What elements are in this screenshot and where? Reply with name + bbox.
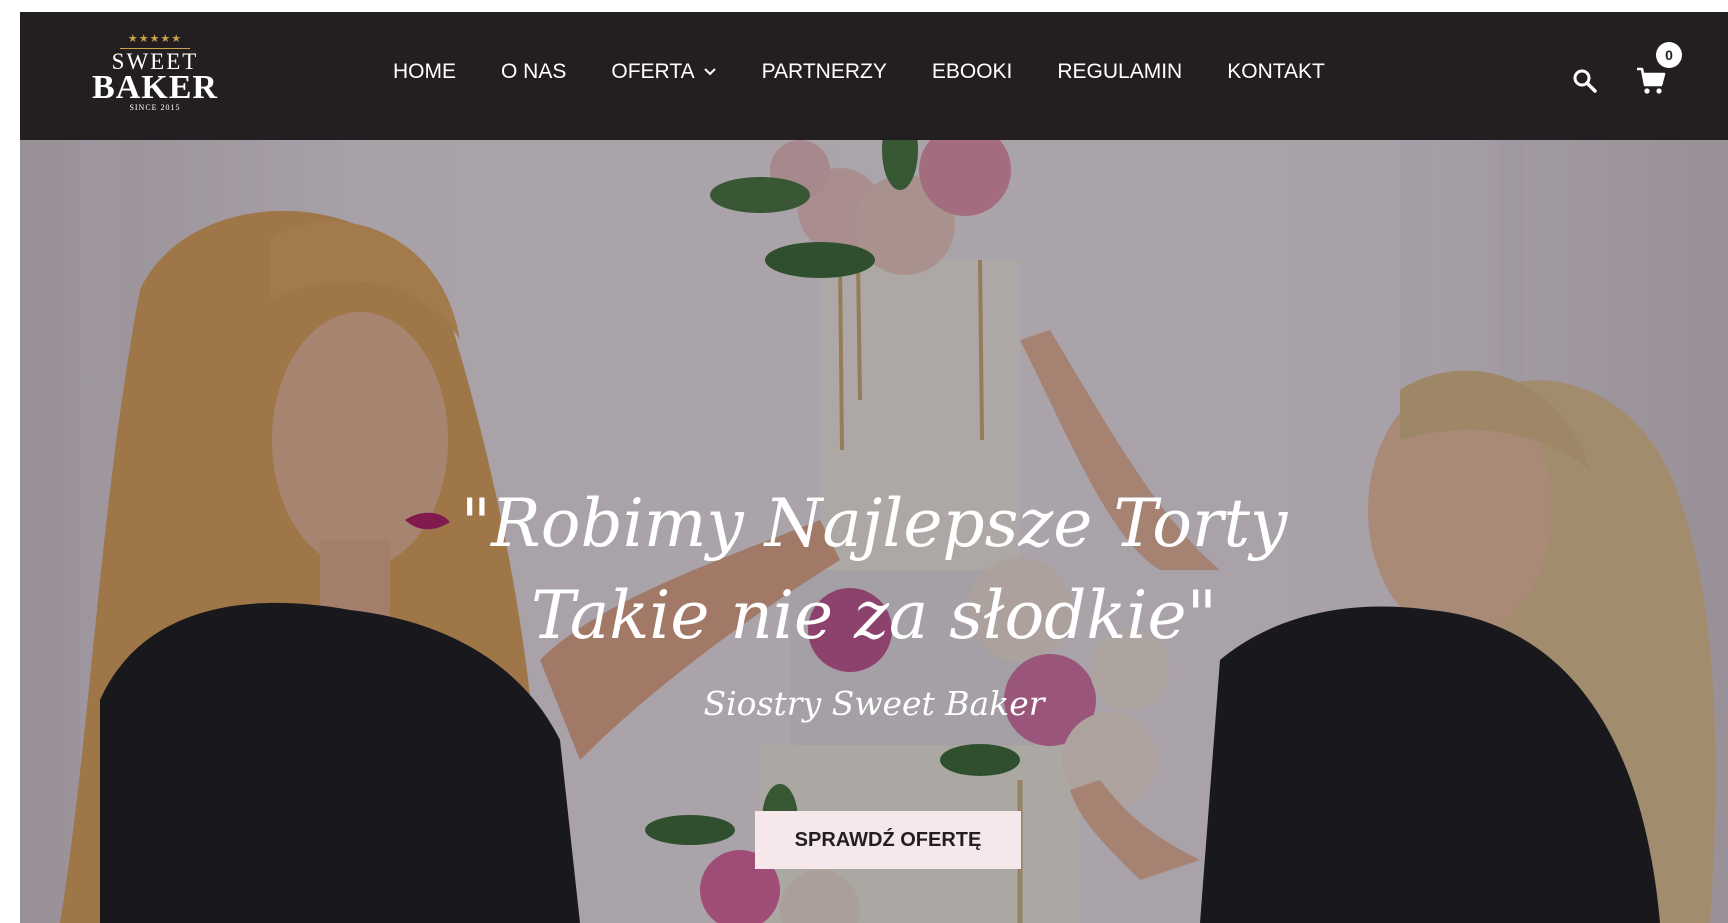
- hero-section: "Robimy Najlepsze Torty Takie nie za sło…: [20, 140, 1728, 923]
- hero-title-line: "Robimy Najlepsze Torty: [460, 485, 1288, 562]
- nav-item-home[interactable]: HOME: [393, 60, 456, 84]
- page: ★★★★★ SWEET BAKER SINCE 2015 HOME O NAS …: [20, 12, 1728, 923]
- site-header: ★★★★★ SWEET BAKER SINCE 2015 HOME O NAS …: [20, 12, 1728, 140]
- nav-item-partnerzy[interactable]: PARTNERZY: [762, 60, 887, 84]
- hero-title-line: Takie nie za słodkie": [531, 577, 1217, 654]
- nav-item-o-nas[interactable]: O NAS: [501, 60, 566, 84]
- nav-item-regulamin[interactable]: REGULAMIN: [1057, 60, 1182, 84]
- nav-item-oferta[interactable]: OFERTA: [611, 60, 716, 84]
- logo[interactable]: ★★★★★ SWEET BAKER SINCE 2015: [90, 34, 220, 118]
- cart-icon[interactable]: [1636, 66, 1666, 96]
- nav-item-label: REGULAMIN: [1057, 60, 1183, 83]
- logo-stars: ★★★★★: [127, 33, 183, 45]
- chevron-down-icon: [703, 68, 716, 76]
- cart-count-badge: 0: [1656, 42, 1682, 68]
- nav-item-ebooki[interactable]: EBOOKI: [932, 60, 1013, 84]
- search-icon[interactable]: [1572, 68, 1598, 94]
- main-nav: HOME O NAS OFERTA PARTNERZY EBOOKI REGUL…: [393, 60, 1325, 84]
- hero-title: "Robimy Najlepsze Torty Takie nie za sło…: [320, 478, 1428, 662]
- nav-item-label: PARTNERZY: [761, 60, 887, 83]
- hero-subtitle: Siostry Sweet Baker: [703, 684, 1045, 723]
- logo-baker-text: BAKER: [92, 69, 218, 106]
- nav-item-kontakt[interactable]: KONTAKT: [1227, 60, 1325, 84]
- nav-item-label: KONTAKT: [1227, 60, 1325, 83]
- nav-item-label: OFERTA: [611, 60, 695, 83]
- nav-item-label: HOME: [393, 60, 456, 83]
- nav-item-label: O NAS: [501, 60, 567, 83]
- nav-item-label: EBOOKI: [931, 60, 1013, 83]
- cta-button[interactable]: SPRAWDŹ OFERTĘ: [755, 811, 1021, 869]
